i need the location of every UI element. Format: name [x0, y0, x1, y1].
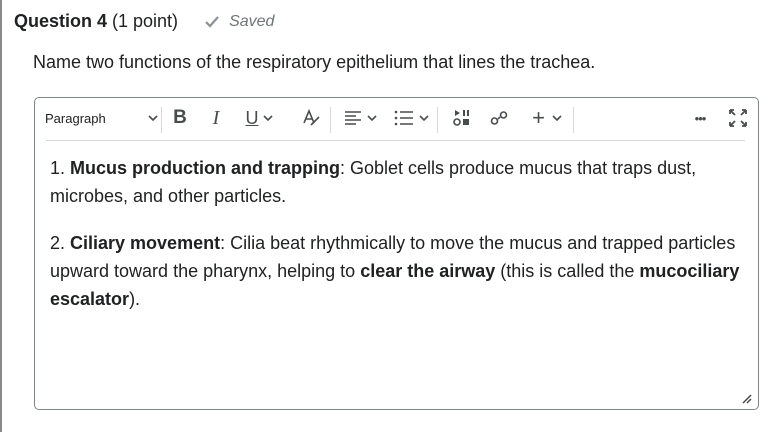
underline-label: U [245, 107, 259, 128]
fullscreen-button[interactable] [727, 106, 749, 130]
question-header: Question 4 (1 point) Saved [14, 11, 274, 32]
insert-link-button[interactable] [488, 106, 510, 130]
list-icon [394, 110, 413, 126]
saved-label: Saved [229, 12, 275, 30]
insert-menu-button[interactable]: + [529, 106, 565, 130]
answer-editor[interactable]: Paragraph B I U + ••• 1. Mucus productio… [34, 97, 759, 410]
saved-status: Saved [204, 13, 274, 31]
media-icon [453, 110, 469, 126]
underline-button[interactable]: U [243, 106, 275, 130]
align-button[interactable] [341, 106, 379, 130]
chevron-down-icon [148, 115, 158, 122]
chevron-down-icon [366, 115, 377, 122]
text-color-button[interactable] [300, 106, 322, 130]
answer-text: (this is called the [495, 261, 640, 281]
answer-content[interactable]: 1. Mucus production and trapping: Goblet… [50, 154, 740, 332]
answer-number: 1. [50, 158, 71, 178]
italic-button[interactable]: I [208, 106, 224, 130]
toolbar-separator [330, 107, 331, 133]
text-color-icon [303, 108, 320, 126]
insert-media-button[interactable] [451, 106, 473, 130]
answer-text: ). [129, 289, 141, 309]
list-button[interactable] [391, 106, 431, 130]
toolbar-separator [573, 107, 574, 133]
align-icon [344, 111, 361, 125]
toolbar-divider [46, 140, 745, 141]
bold-button[interactable]: B [171, 106, 189, 130]
resize-handle-icon[interactable] [740, 392, 752, 404]
format-select[interactable]: Paragraph [45, 106, 163, 130]
answer-bold-text: Mucus production and trapping [70, 158, 340, 178]
answer-paragraph-1: 1. Mucus production and trapping: Goblet… [50, 154, 740, 210]
toolbar-separator [437, 107, 438, 133]
question-title: Question 4 [14, 11, 108, 31]
question-prompt: Name two functions of the respiratory ep… [33, 52, 596, 72]
chevron-down-icon [552, 115, 562, 122]
answer-bold-text: clear the airway [360, 261, 496, 281]
checkmark-icon [205, 16, 219, 28]
answer-number: 2. [50, 233, 71, 253]
chevron-down-icon [262, 115, 273, 122]
answer-paragraph-2: 2. Ciliary movement: Cilia beat rhythmic… [50, 229, 740, 313]
answer-bold-text: Ciliary movement [70, 233, 221, 253]
question-points: (1 point) [112, 11, 179, 31]
fullscreen-icon [729, 109, 747, 127]
format-select-label: Paragraph [45, 110, 106, 126]
left-border [0, 0, 2, 432]
editor-toolbar: Paragraph B I U + ••• [35, 98, 758, 138]
link-icon [490, 111, 508, 125]
toolbar-separator [161, 107, 162, 133]
more-options-button[interactable]: ••• [689, 106, 711, 130]
chevron-down-icon [418, 115, 429, 122]
plus-icon: + [532, 105, 545, 130]
